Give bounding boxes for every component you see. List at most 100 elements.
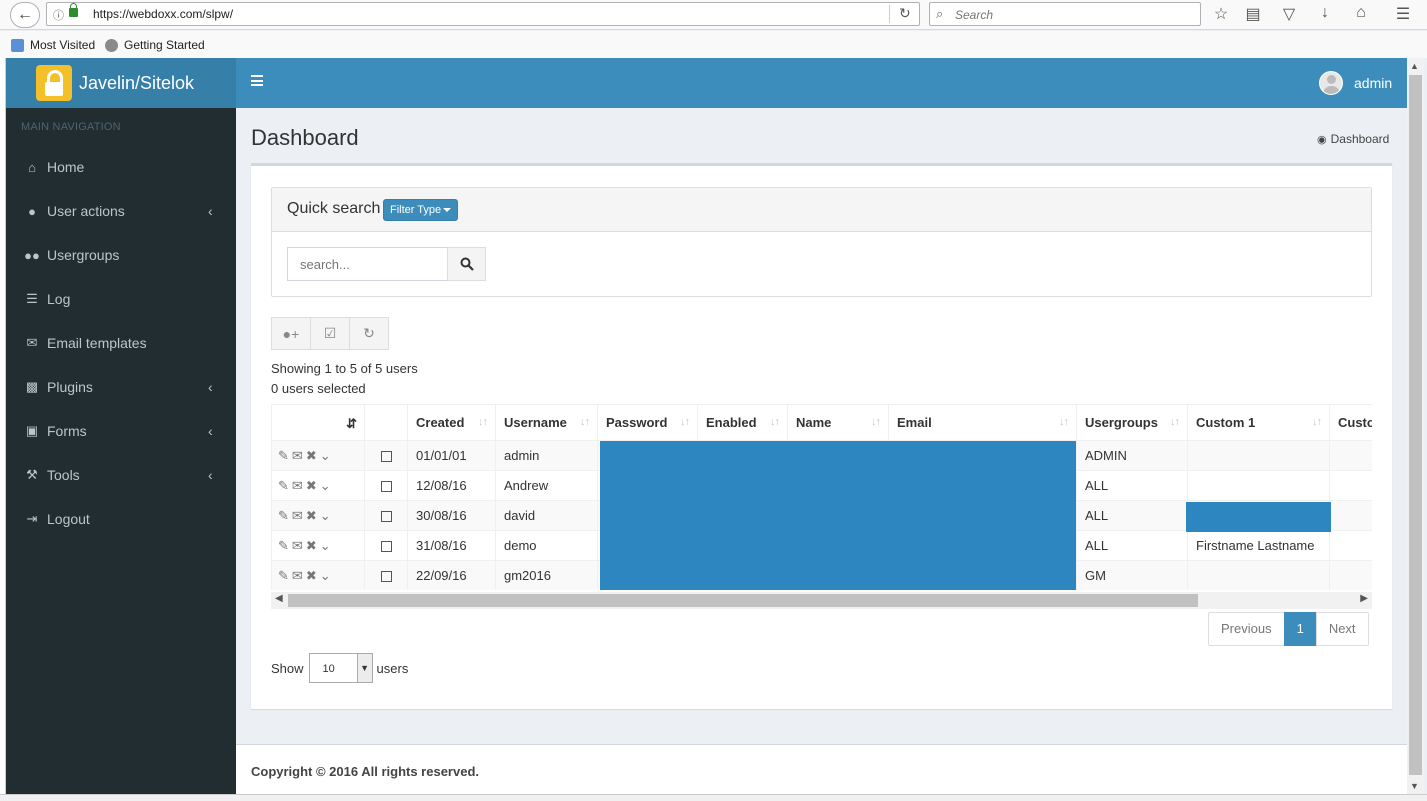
edit-icon[interactable]: ✎ — [278, 478, 292, 493]
info-icon[interactable]: ⓘ — [53, 7, 64, 23]
scroll-down-icon[interactable]: ▼ — [1410, 781, 1419, 791]
sidebar-toggle-icon[interactable] — [251, 75, 263, 86]
menu-icon[interactable]: ☰ — [1393, 4, 1413, 24]
sidebar-item-usergroups[interactable]: ●● Usergroups — [6, 233, 236, 277]
row-checkbox[interactable] — [381, 571, 392, 583]
delete-icon[interactable]: ✖ — [306, 568, 320, 583]
column-header-username[interactable]: Username ↓↑ — [495, 404, 598, 441]
sidebar-item-forms[interactable]: ▣ Forms ‹ — [6, 409, 236, 453]
sidebar-item-home[interactable]: ⌂ Home — [6, 145, 236, 189]
bookmark-getting-started[interactable]: Getting Started — [105, 38, 205, 52]
window-bottom-edge — [0, 794, 1427, 801]
cell-created: 12/08/16 — [407, 470, 496, 501]
users-box: Quick search Filter Type ●+ ☑ ↻ Showing … — [251, 163, 1392, 709]
url-bar[interactable]: ⓘ https://webdoxx.com/slpw/ ↻ — [46, 2, 920, 26]
column-header-password[interactable]: Password ↓↑ — [597, 404, 698, 441]
star-icon[interactable]: ☆ — [1211, 4, 1231, 24]
pocket-icon[interactable]: ▽ — [1279, 4, 1299, 24]
expand-icon[interactable]: ⌄ — [320, 538, 334, 553]
home-icon[interactable]: ⌂ — [1351, 4, 1371, 22]
column-header-name[interactable]: Name ↓↑ — [787, 404, 889, 441]
sidebar: Javelin/Sitelok MAIN NAVIGATION ⌂ Home ●… — [6, 58, 236, 794]
expand-icon[interactable]: ⌄ — [320, 478, 334, 493]
sort-icon: ↓↑ — [680, 416, 690, 428]
edit-icon[interactable]: ✎ — [278, 448, 292, 463]
cell-usergroups: ALL — [1076, 530, 1188, 561]
cell-username: admin — [495, 440, 598, 471]
expand-icon[interactable]: ⌄ — [320, 448, 334, 463]
browser-search-box[interactable]: ⌕ Search — [929, 2, 1201, 26]
sidebar-item-log[interactable]: ☰ Log — [6, 277, 236, 321]
expand-icon[interactable]: ⌄ — [320, 508, 334, 523]
column-header-email[interactable]: Email ↓↑ — [888, 404, 1077, 441]
download-icon[interactable]: ↓ — [1315, 4, 1335, 22]
reload-icon[interactable]: ↻ — [899, 5, 911, 22]
email-icon[interactable]: ✉ — [292, 448, 306, 463]
user-menu[interactable]: admin — [1354, 75, 1392, 91]
delete-icon[interactable]: ✖ — [306, 538, 320, 553]
column-header-enabled[interactable]: Enabled ↓↑ — [697, 404, 788, 441]
search-input[interactable] — [287, 247, 448, 281]
column-header-label: Custo — [1338, 415, 1372, 430]
cell-custom2 — [1329, 500, 1372, 531]
next-page-button[interactable]: Next — [1315, 612, 1369, 646]
checkbox-header — [364, 404, 408, 441]
avatar[interactable] — [1319, 71, 1343, 95]
filter-type-button[interactable]: Filter Type — [383, 199, 459, 221]
edit-icon[interactable]: ✎ — [278, 568, 292, 583]
bookmark-most-visited[interactable]: Most Visited — [11, 38, 95, 52]
scroll-right-icon[interactable]: ▶ — [1360, 593, 1368, 604]
add-user-icon: ●+ — [282, 325, 300, 342]
scroll-up-icon[interactable]: ▲ — [1410, 61, 1419, 71]
sidebar-item-plugins[interactable]: ▩ Plugins ‹ — [6, 365, 236, 409]
quick-search-title: Quick search — [287, 200, 381, 217]
scroll-left-icon[interactable]: ◀ — [275, 593, 283, 604]
scrollbar-thumb[interactable] — [288, 594, 1198, 607]
sidebar-item-email-templates[interactable]: ✉ Email templates — [6, 321, 236, 365]
email-icon[interactable]: ✉ — [292, 538, 306, 553]
list-icon: ☰ — [26, 291, 38, 306]
scrollbar-thumb[interactable] — [1409, 75, 1422, 775]
reader-icon[interactable]: ▤ — [1243, 4, 1263, 24]
actions-header[interactable]: ⇵ — [271, 404, 365, 441]
email-icon[interactable]: ✉ — [292, 568, 306, 583]
row-checkbox[interactable] — [381, 541, 392, 553]
breadcrumb[interactable]: ◉ Dashboard — [1317, 132, 1389, 146]
url-text[interactable]: https://webdoxx.com/slpw/ — [93, 7, 233, 21]
envelope-icon: ✉ — [26, 335, 38, 350]
url-separator — [889, 5, 890, 23]
delete-icon[interactable]: ✖ — [306, 448, 320, 463]
row-checkbox[interactable] — [381, 511, 392, 523]
horizontal-scrollbar[interactable]: ◀ ▶ — [271, 592, 1372, 609]
delete-icon[interactable]: ✖ — [306, 508, 320, 523]
row-checkbox[interactable] — [381, 481, 392, 493]
column-header-usergroups[interactable]: Usergroups ↓↑ — [1076, 404, 1188, 441]
sidebar-item-tools[interactable]: ⚒ Tools ‹ — [6, 453, 236, 497]
check-square-icon: ☑ — [323, 325, 337, 341]
copyright-text: Copyright © 2016 All rights reserved. — [251, 764, 480, 779]
cell-custom1 — [1187, 560, 1330, 590]
page-1-button[interactable]: 1 — [1283, 612, 1317, 646]
vertical-scrollbar[interactable]: ▲ ▼ — [1407, 58, 1424, 794]
page-size-select[interactable]: 10 ▼ — [308, 653, 373, 683]
expand-icon[interactable]: ⌄ — [320, 568, 334, 583]
select-button[interactable]: ☑ — [310, 317, 350, 350]
column-header-created[interactable]: Created ↓↑ — [407, 404, 496, 441]
sidebar-item-user-actions[interactable]: ● User actions ‹ — [6, 189, 236, 233]
back-arrow-icon[interactable]: ← — [10, 2, 40, 28]
email-icon[interactable]: ✉ — [292, 478, 306, 493]
sidebar-item-logout[interactable]: ⇥ Logout — [6, 497, 236, 541]
logo[interactable]: Javelin/Sitelok — [6, 58, 236, 108]
column-header-custom2[interactable]: Custo — [1329, 404, 1372, 441]
previous-page-button[interactable]: Previous — [1208, 612, 1285, 646]
edit-icon[interactable]: ✎ — [278, 508, 292, 523]
email-icon[interactable]: ✉ — [292, 508, 306, 523]
delete-icon[interactable]: ✖ — [306, 478, 320, 493]
refresh-button[interactable]: ↻ — [349, 317, 389, 350]
search-button[interactable] — [447, 247, 486, 281]
row-checkbox[interactable] — [381, 451, 392, 463]
add-user-button[interactable]: ●+ — [271, 317, 311, 350]
column-header-custom1[interactable]: Custom 1 ↓↑ — [1187, 404, 1330, 441]
sidebar-item-label: Log — [47, 291, 71, 307]
edit-icon[interactable]: ✎ — [278, 538, 292, 553]
